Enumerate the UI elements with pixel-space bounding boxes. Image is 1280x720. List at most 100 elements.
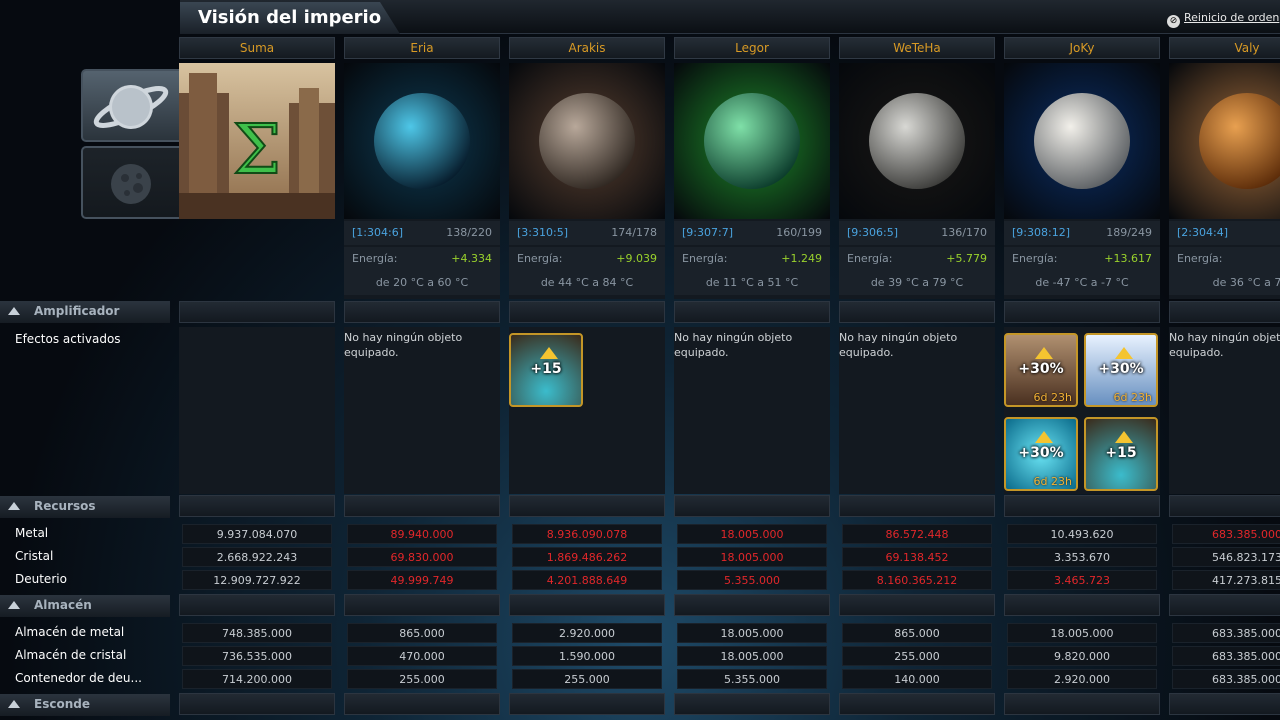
resources-deuterium-cell: 8.160.365.212	[842, 570, 992, 590]
planet-coordinates-link[interactable]: [9:306:5]	[847, 226, 898, 239]
collapse-arrow-icon	[8, 307, 20, 315]
section-header-bar	[509, 594, 665, 616]
amplifier-section-title: Amplificador	[34, 304, 120, 318]
column-planet-3: Legor [9:307:7] 160/199 Energía: +1.249 de…	[674, 37, 830, 720]
amplifier-section-toggle[interactable]: Amplificador	[0, 301, 170, 323]
section-header-bar	[1169, 594, 1280, 616]
resources-metal-cell: 89.940.000	[347, 524, 497, 544]
boost-arrow-icon	[540, 347, 558, 359]
planet-fields: 189/249	[1106, 226, 1152, 239]
resources-crystal-cell: 3.353.670	[1007, 547, 1157, 567]
storage-deuterium-cell: 5.355.000	[677, 669, 827, 689]
section-header-bar	[839, 495, 995, 517]
section-header-bar	[1169, 693, 1280, 715]
reset-icon: ⊘	[1167, 15, 1180, 28]
section-header-bar	[179, 594, 335, 616]
planet-coordinates-link[interactable]: [9:307:7]	[682, 226, 733, 239]
no-items-text: No hay ningún objeto equipado.	[1169, 331, 1280, 359]
lava-planet-image[interactable]	[1169, 63, 1280, 219]
boost-arrow-icon	[1035, 347, 1053, 359]
boost-arrow-icon	[1115, 347, 1133, 359]
boost-arrow-icon	[1035, 431, 1053, 443]
storage-deuterium-cell: 140.000	[842, 669, 992, 689]
planet-temperature: de 44 °C a 84 °C	[509, 271, 665, 295]
planet-coordinates-link[interactable]: [2:304:4]	[1177, 226, 1228, 239]
planet-name-header[interactable]: Valy	[1169, 37, 1280, 59]
deuterium-tank-label: Contenedor de deu...	[15, 671, 142, 685]
resources-section-title: Recursos	[34, 499, 96, 513]
planet-name-header[interactable]: Legor	[674, 37, 830, 59]
storage-section-toggle[interactable]: Almacén	[0, 595, 170, 617]
planet-coordinates-link[interactable]: [3:310:5]	[517, 226, 568, 239]
resources-crystal-cell: 69.830.000	[347, 547, 497, 567]
no-items-text: No hay ningún objeto equipado.	[839, 331, 958, 359]
planet-temperature: de 39 °C a 79 °C	[839, 271, 995, 295]
planet-coordinates-link[interactable]: [9:308:12]	[1012, 226, 1070, 239]
resources-metal-cell: 18.005.000	[677, 524, 827, 544]
no-items-text: No hay ningún objeto equipado.	[344, 331, 463, 359]
column-header-sum[interactable]: Suma	[179, 37, 335, 59]
section-header-bar	[509, 495, 665, 517]
planet-energy: +13.617	[1104, 252, 1152, 265]
planet-temperature: de -47 °C a -7 °C	[1004, 271, 1160, 295]
storage-crystal-cell: 683.385.000	[1172, 646, 1280, 666]
resources-crystal-cell: 2.668.922.243	[182, 547, 332, 567]
metal-booster-icon[interactable]: +30% 6d 23h	[1004, 333, 1078, 407]
resources-crystal-cell: 18.005.000	[677, 547, 827, 567]
storage-metal-cell: 683.385.000	[1172, 623, 1280, 643]
section-header-bar	[839, 693, 995, 715]
column-planet-4: WeTeHa [9:306:5] 136/170 Energía: +5.779 d…	[839, 37, 995, 720]
resources-deuterium-cell: 12.909.727.922	[182, 570, 332, 590]
planet-fields-booster-icon[interactable]: +15	[509, 333, 583, 407]
section-header-bar	[344, 594, 500, 616]
planet-fields: 138/220	[446, 226, 492, 239]
planet-view-button[interactable]	[81, 69, 179, 142]
storage-crystal-cell: 18.005.000	[677, 646, 827, 666]
planet-name-header[interactable]: Eria	[344, 37, 500, 59]
green-planet-image[interactable]	[674, 63, 830, 219]
storage-metal-cell: 865.000	[842, 623, 992, 643]
deuterium-booster-icon[interactable]: +30% 6d 23h	[1004, 417, 1078, 491]
section-header-bar	[344, 693, 500, 715]
planet-name-header[interactable]: WeTeHa	[839, 37, 995, 59]
planet-coordinates-link[interactable]: [1:304:6]	[352, 226, 403, 239]
moon-view-button[interactable]	[81, 146, 179, 219]
no-items-text: No hay ningún objeto equipado.	[674, 331, 793, 359]
energy-label: Energía:	[352, 252, 398, 265]
section-header-bar	[179, 693, 335, 715]
reset-order-link[interactable]: ⊘ Reinicio de orden	[1167, 11, 1280, 28]
storage-crystal-cell: 255.000	[842, 646, 992, 666]
planet-icon	[93, 85, 169, 129]
storage-metal-cell: 18.005.000	[677, 623, 827, 643]
resources-crystal-cell: 546.823.173	[1172, 547, 1280, 567]
collapse-arrow-icon	[8, 700, 20, 708]
deuterium-label: Deuterio	[15, 572, 67, 586]
collapse-arrow-icon	[8, 502, 20, 510]
planet-energy: +5.779	[946, 252, 987, 265]
planet-name-header[interactable]: JoKy	[1004, 37, 1160, 59]
storage-metal-cell: 18.005.000	[1007, 623, 1157, 643]
hide-section-title: Esconde	[34, 697, 90, 711]
planet-fields-booster-icon[interactable]: +15	[1084, 417, 1158, 491]
planet-temperature: de 36 °C a 7	[1169, 271, 1280, 295]
metal-storage-label: Almacén de metal	[15, 625, 125, 639]
resources-metal-cell: 8.936.090.078	[512, 524, 662, 544]
resources-section-toggle[interactable]: Recursos	[0, 496, 170, 518]
desert-planet-image[interactable]	[509, 63, 665, 219]
gray-planet-image[interactable]	[839, 63, 995, 219]
resources-metal-cell: 86.572.448	[842, 524, 992, 544]
storage-deuterium-cell: 255.000	[512, 669, 662, 689]
resources-deuterium-cell: 417.273.815	[1172, 570, 1280, 590]
item-label: +15	[1105, 445, 1137, 461]
ice-planet-image[interactable]	[1004, 63, 1160, 219]
storage-crystal-cell: 736.535.000	[182, 646, 332, 666]
blue-planet-image[interactable]	[344, 63, 500, 219]
energy-label: Energía:	[517, 252, 563, 265]
hide-section-toggle[interactable]: Esconde	[0, 694, 170, 716]
crystal-booster-icon[interactable]: +30% 6d 23h	[1084, 333, 1158, 407]
planet-name-header[interactable]: Arakis	[509, 37, 665, 59]
storage-deuterium-cell: 255.000	[347, 669, 497, 689]
energy-label: Energía:	[1177, 252, 1223, 265]
item-label: +30%	[1098, 361, 1144, 377]
section-header-bar	[1004, 594, 1160, 616]
